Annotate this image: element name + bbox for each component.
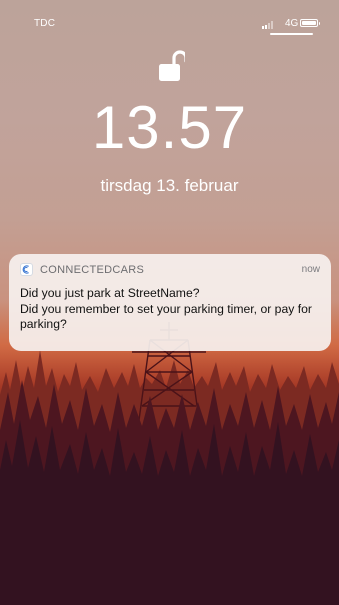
notification-app-name: CONNECTEDCARS (40, 264, 145, 276)
notification-header: CONNECTEDCARS now (9, 254, 331, 284)
notification-timestamp: now (301, 264, 320, 275)
unlocked-padlock-icon (159, 50, 185, 81)
status-bar: TDC 4G (0, 0, 339, 35)
control-center-indicator[interactable] (270, 33, 313, 35)
signal-strength-icon (262, 21, 273, 29)
lock-screen-date: tirsdag 13. februar (100, 176, 239, 195)
carrier-name: TDC (34, 18, 56, 29)
network-type: 4G (285, 18, 299, 29)
battery-icon (300, 19, 320, 27)
connectedcars-logo-icon (20, 263, 33, 276)
notification-card[interactable]: CONNECTEDCARS now Did you just park at S… (9, 254, 331, 351)
lock-screen: TDC 4G 13.57 tirsdag 13. februar CONNECT… (0, 0, 339, 605)
notification-line-1: Did you just park at StreetName? (20, 286, 200, 300)
lock-screen-time: 13.57 (91, 94, 248, 161)
notification-line-2: Did you remember to set your parking tim… (20, 301, 312, 332)
notification-message: Did you just park at StreetName? Did you… (20, 286, 320, 333)
